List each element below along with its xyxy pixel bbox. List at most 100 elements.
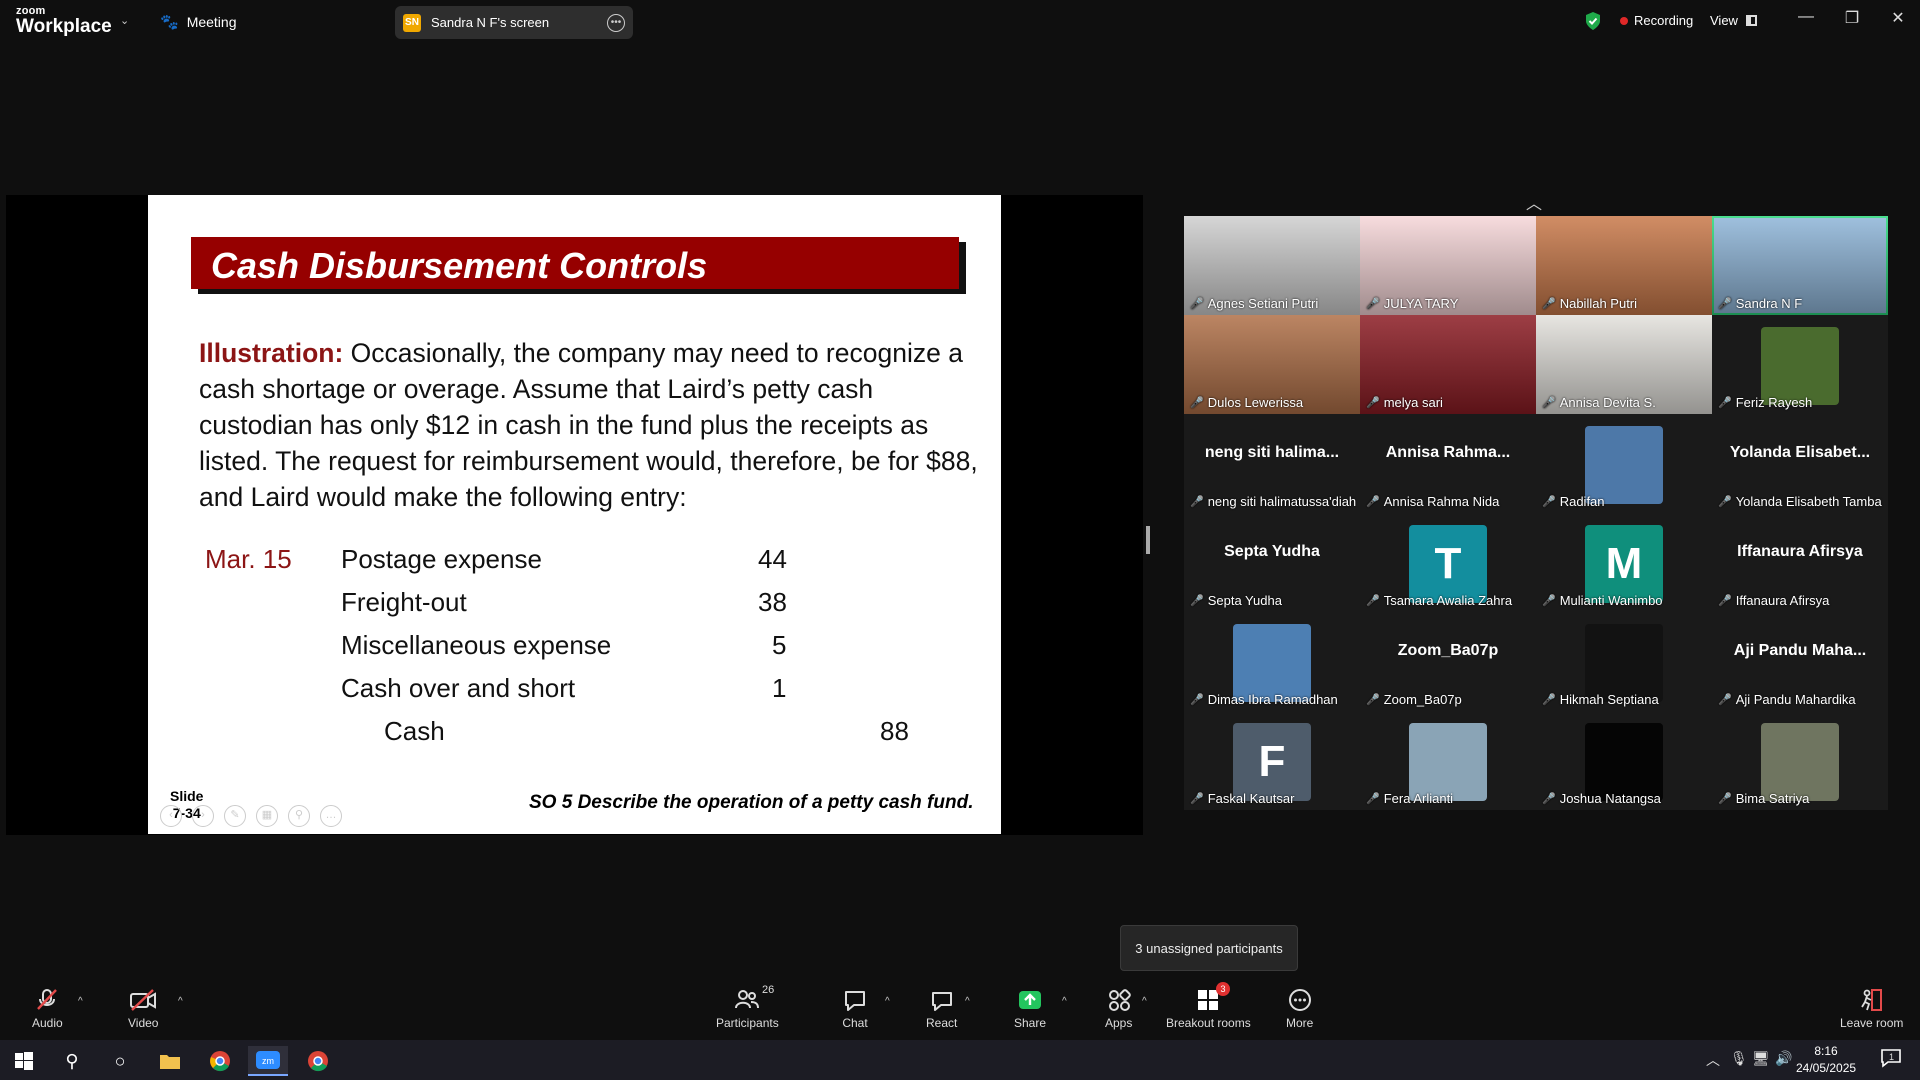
participant-tile[interactable]: 🎤 Sandra N F: [1712, 216, 1888, 315]
participant-tile[interactable]: F 🎤 Faskal Kautsar: [1184, 711, 1360, 810]
clock-time: 8:16: [1814, 1044, 1838, 1058]
chrome-icon[interactable]: [200, 1046, 240, 1076]
collapse-gallery-icon[interactable]: ︿: [1526, 190, 1542, 214]
slides-grid-icon[interactable]: ▦: [256, 805, 278, 827]
video-button[interactable]: Video: [128, 986, 158, 1030]
muted-mic-icon: 🎤: [1542, 397, 1556, 409]
apps-label: Apps: [1105, 1016, 1133, 1030]
windows-start-icon[interactable]: [4, 1046, 44, 1076]
participant-name: 🎤 Fera Arlianti: [1366, 791, 1453, 806]
participant-display-name: Annisa Rahma...: [1385, 444, 1511, 461]
video-label: Video: [128, 1016, 159, 1030]
show-hidden-icons-icon[interactable]: ︿: [1706, 1050, 1720, 1070]
recording-indicator[interactable]: Recording: [1620, 13, 1693, 28]
panel-resize-handle[interactable]: [1146, 526, 1150, 554]
share-options-caret-icon[interactable]: ^: [1062, 996, 1067, 1007]
restore-button[interactable]: ❐: [1838, 8, 1866, 28]
react-options-caret-icon[interactable]: ^: [965, 996, 970, 1007]
participant-tile[interactable]: 🎤 Radifan: [1536, 414, 1712, 513]
participant-photo: [1585, 426, 1663, 504]
participant-tile[interactable]: 🎤 melya sari: [1360, 315, 1536, 414]
participant-tile[interactable]: Zoom_Ba07p 🎤 Zoom_Ba07p: [1360, 612, 1536, 711]
muted-mic-icon: 🎤: [1366, 595, 1380, 607]
chat-button[interactable]: Chat: [842, 986, 868, 1030]
zoom-workplace-logo[interactable]: zoom Workplace: [16, 6, 112, 37]
participant-name-text: Radifan: [1559, 494, 1605, 509]
participant-tile[interactable]: 🎤 Feriz Rayesh: [1712, 315, 1888, 414]
shared-screen-pill[interactable]: SN Sandra N F's screen •••: [395, 6, 633, 39]
zoom-app-icon[interactable]: zm: [248, 1046, 288, 1076]
leave-room-button[interactable]: Leave room: [1840, 986, 1903, 1030]
participant-name-text: Fera Arlianti: [1383, 791, 1454, 806]
participant-name: 🎤 melya sari: [1366, 395, 1443, 410]
participant-tile[interactable]: neng siti halima... 🎤 neng siti halimatuss…: [1184, 414, 1360, 513]
participant-name-text: Iffanaura Afirsya: [1735, 593, 1830, 608]
previous-slide-icon[interactable]: ‹: [160, 805, 182, 827]
minimize-button[interactable]: —: [1792, 8, 1820, 26]
participant-tile[interactable]: Aji Pandu Maha... 🎤 Aji Pandu Mahardika: [1712, 612, 1888, 711]
microphone-tray-icon[interactable]: 🎙: [1730, 1050, 1748, 1067]
pen-icon[interactable]: ✎: [224, 805, 246, 827]
apps-options-caret-icon[interactable]: ^: [1142, 996, 1147, 1007]
leave-room-icon: [1859, 986, 1885, 1014]
system-clock[interactable]: 8:16 24/05/2025: [1796, 1043, 1856, 1077]
participant-name-text: Joshua Natangsa: [1559, 791, 1661, 806]
task-view-icon[interactable]: ○: [100, 1046, 140, 1076]
participant-name: 🎤 Faskal Kautsar: [1190, 791, 1294, 806]
chrome-profile-icon[interactable]: [298, 1046, 338, 1076]
participant-name-text: Sandra N F: [1735, 296, 1803, 311]
participant-tile[interactable]: 🎤 Bima Satriya: [1712, 711, 1888, 810]
participant-name: 🎤 Joshua Natangsa: [1542, 791, 1661, 806]
participant-name-text: Bima Satriya: [1735, 791, 1810, 806]
participant-tile[interactable]: 🎤 JULYA TARY: [1360, 216, 1536, 315]
video-off-icon: [128, 986, 158, 1014]
muted-mic-icon: 🎤: [1542, 496, 1556, 508]
participant-count: 26: [762, 984, 775, 996]
more-button[interactable]: More: [1286, 986, 1313, 1030]
react-button[interactable]: React: [926, 986, 957, 1030]
participant-tile[interactable]: T 🎤 Tsamara Awalia Zahra: [1360, 513, 1536, 612]
participant-tile[interactable]: Iffanaura Afirsya 🎤 Iffanaura Afirsya: [1712, 513, 1888, 612]
participant-tile[interactable]: Septa Yudha 🎤 Septa Yudha: [1184, 513, 1360, 612]
video-options-caret-icon[interactable]: ^: [178, 996, 183, 1007]
participant-tile[interactable]: 🎤 Dimas Ibra Ramadhan: [1184, 612, 1360, 711]
participant-name: 🎤 JULYA TARY: [1366, 296, 1458, 311]
encryption-shield-icon[interactable]: [1584, 11, 1602, 31]
participant-tile[interactable]: 🎤 Joshua Natangsa: [1536, 711, 1712, 810]
participant-tile[interactable]: Annisa Rahma... 🎤 Annisa Rahma Nida: [1360, 414, 1536, 513]
participant-tile[interactable]: 🎤 Hikmah Septiana: [1536, 612, 1712, 711]
next-slide-icon[interactable]: ›: [192, 805, 214, 827]
participant-name: 🎤 Aji Pandu Mahardika: [1718, 692, 1856, 707]
more-icon: [1287, 986, 1313, 1014]
participant-name-text: JULYA TARY: [1383, 296, 1459, 311]
apps-button[interactable]: Apps: [1105, 986, 1132, 1030]
meeting-toolbar: Audio ^ Video ^ Participants 26 Chat ^ R…: [0, 980, 1920, 1040]
meeting-tab[interactable]: 🐾 Meeting: [160, 13, 237, 31]
participant-tile[interactable]: 🎤 Dulos Lewerissa: [1184, 315, 1360, 414]
audio-button[interactable]: Audio: [32, 986, 63, 1030]
chevron-down-icon[interactable]: ⌄: [120, 14, 129, 27]
search-icon[interactable]: ⚲: [52, 1046, 92, 1076]
network-icon[interactable]: 🖥: [1752, 1050, 1770, 1067]
zoom-icon[interactable]: ⚲: [288, 805, 310, 827]
share-button[interactable]: Share: [1014, 986, 1046, 1030]
participant-tile[interactable]: Yolanda Elisabet... 🎤 Yolanda Elisabeth Ta…: [1712, 414, 1888, 513]
view-button[interactable]: View: [1710, 13, 1757, 28]
more-options-icon[interactable]: •••: [607, 13, 625, 32]
participant-avatar: F: [1233, 723, 1311, 801]
participant-tile[interactable]: M 🎤 Mulianti Wanimbo: [1536, 513, 1712, 612]
breakout-rooms-button[interactable]: Breakout rooms: [1166, 986, 1251, 1030]
participant-name-text: neng siti halimatussa'diah: [1207, 494, 1357, 509]
close-button[interactable]: ✕: [1884, 8, 1912, 28]
chat-options-caret-icon[interactable]: ^: [885, 996, 890, 1007]
volume-icon[interactable]: 🔊: [1775, 1050, 1792, 1067]
participant-display-name: Zoom_Ba07p: [1397, 642, 1499, 659]
participant-tile[interactable]: 🎤 Annisa Devita S.: [1536, 315, 1712, 414]
participant-tile[interactable]: 🎤 Agnes Setiani Putri: [1184, 216, 1360, 315]
file-explorer-icon[interactable]: [150, 1046, 190, 1076]
participant-tile[interactable]: 🎤 Nabillah Putri: [1536, 216, 1712, 315]
audio-options-caret-icon[interactable]: ^: [78, 996, 83, 1007]
zoom-window: zoom Workplace ⌄ 🐾 Meeting SN Sandra N F…: [0, 0, 1920, 1080]
more-icon[interactable]: …: [320, 805, 342, 827]
participant-tile[interactable]: 🎤 Fera Arlianti: [1360, 711, 1536, 810]
